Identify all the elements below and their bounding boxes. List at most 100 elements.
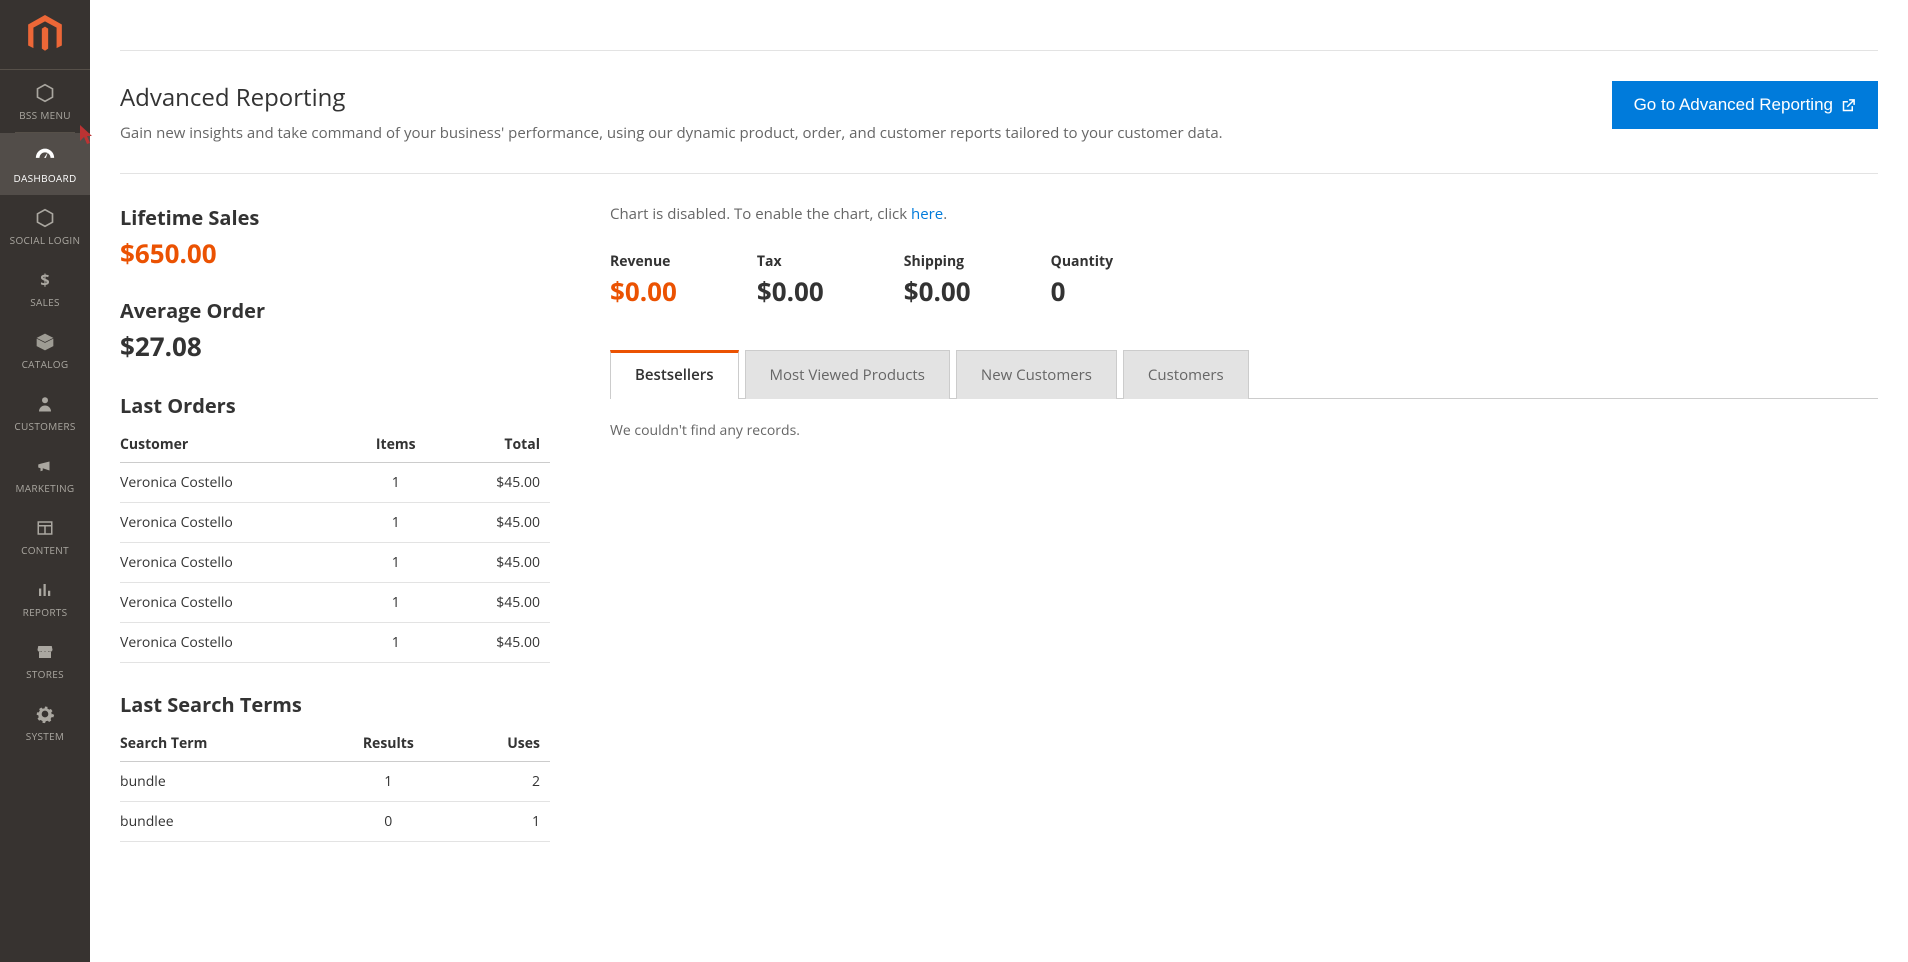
- cell-total: $45.00: [448, 542, 550, 582]
- table-row[interactable]: bundle12: [120, 761, 550, 801]
- table-row[interactable]: Veronica Costello1$45.00: [120, 462, 550, 502]
- average-order-value: $27.08: [120, 328, 550, 364]
- cell-items: 1: [353, 542, 447, 582]
- magento-logo-icon: [27, 15, 63, 55]
- megaphone-icon: [34, 455, 56, 477]
- table-row[interactable]: Veronica Costello1$45.00: [120, 582, 550, 622]
- sidebar-item-label: BSS MENU: [19, 108, 71, 122]
- sidebar-item-system[interactable]: SYSTEM: [0, 691, 90, 753]
- metric-quantity: Quantity 0: [1051, 252, 1113, 309]
- cell-customer: Veronica Costello: [120, 622, 353, 662]
- cell-results: 1: [328, 761, 458, 801]
- layout-icon: [34, 517, 56, 539]
- enable-chart-link[interactable]: here: [911, 204, 943, 224]
- col-customer: Customer: [120, 427, 353, 463]
- svg-text:$: $: [40, 269, 49, 291]
- dashboard-left-column: Lifetime Sales $650.00 Average Order $27…: [120, 204, 550, 842]
- metrics-row: Revenue $0.00 Tax $0.00 Shipping $0.00 Q…: [610, 252, 1878, 309]
- tab-new-customers[interactable]: New Customers: [956, 350, 1117, 399]
- box-icon: [34, 331, 56, 353]
- cell-customer: Veronica Costello: [120, 462, 353, 502]
- col-items: Items: [353, 427, 447, 463]
- col-term: Search Term: [120, 726, 328, 762]
- gear-icon: [34, 703, 56, 725]
- external-link-icon: [1841, 98, 1856, 113]
- cell-items: 1: [353, 462, 447, 502]
- cell-customer: Veronica Costello: [120, 542, 353, 582]
- average-order-title: Average Order: [120, 297, 550, 324]
- table-row[interactable]: Veronica Costello1$45.00: [120, 622, 550, 662]
- button-label: Go to Advanced Reporting: [1634, 95, 1833, 115]
- sidebar-item-label: SYSTEM: [26, 729, 64, 743]
- go-to-advanced-reporting-button[interactable]: Go to Advanced Reporting: [1612, 81, 1878, 129]
- cell-customer: Veronica Costello: [120, 502, 353, 542]
- metric-revenue: Revenue $0.00: [610, 252, 677, 309]
- hexagon-icon: [34, 207, 56, 229]
- cell-total: $45.00: [448, 622, 550, 662]
- last-search-terms-table: Search Term Results Uses bundle12bundlee…: [120, 726, 550, 842]
- cell-total: $45.00: [448, 582, 550, 622]
- cell-customer: Veronica Costello: [120, 582, 353, 622]
- last-orders-title: Last Orders: [120, 392, 550, 419]
- sidebar-item-label: SOCIAL LOGIN: [10, 233, 81, 247]
- storefront-icon: [34, 641, 56, 663]
- cell-items: 1: [353, 582, 447, 622]
- last-search-terms-title: Last Search Terms: [120, 691, 550, 718]
- dashboard-icon: [34, 145, 56, 167]
- table-row[interactable]: Veronica Costello1$45.00: [120, 542, 550, 582]
- lifetime-sales-title: Lifetime Sales: [120, 204, 550, 231]
- cell-total: $45.00: [448, 462, 550, 502]
- sidebar-item-label: CONTENT: [21, 543, 69, 557]
- bars-icon: [34, 579, 56, 601]
- sidebar-item-catalog[interactable]: CATALOG: [0, 319, 90, 381]
- advanced-reporting-title: Advanced Reporting: [120, 81, 1582, 114]
- hexagon-icon: [34, 82, 56, 104]
- col-total: Total: [448, 427, 550, 463]
- tabs: BestsellersMost Viewed ProductsNew Custo…: [610, 349, 1878, 399]
- metric-shipping: Shipping $0.00: [904, 252, 971, 309]
- table-row[interactable]: Veronica Costello1$45.00: [120, 502, 550, 542]
- sidebar-item-label: SALES: [30, 295, 60, 309]
- sidebar-item-social-login[interactable]: SOCIAL LOGIN: [0, 195, 90, 257]
- dashboard-right-column: Chart is disabled. To enable the chart, …: [610, 204, 1878, 842]
- advanced-reporting-section: Advanced Reporting Gain new insights and…: [120, 51, 1878, 174]
- tab-bestsellers[interactable]: Bestsellers: [610, 350, 739, 399]
- col-uses: Uses: [459, 726, 551, 762]
- chart-disabled-note: Chart is disabled. To enable the chart, …: [610, 204, 1878, 224]
- cell-uses: 1: [459, 801, 551, 841]
- cell-items: 1: [353, 502, 447, 542]
- advanced-reporting-desc: Gain new insights and take command of yo…: [120, 122, 1582, 145]
- last-orders-table: Customer Items Total Veronica Costello1$…: [120, 427, 550, 663]
- sidebar-item-label: MARKETING: [16, 481, 75, 495]
- sidebar-item-label: STORES: [26, 667, 64, 681]
- sidebar-item-label: DASHBOARD: [13, 171, 76, 185]
- tab-customers[interactable]: Customers: [1123, 350, 1249, 399]
- sidebar-item-label: CUSTOMERS: [14, 419, 75, 433]
- main-content: Advanced Reporting Gain new insights and…: [90, 0, 1908, 962]
- sidebar-item-marketing[interactable]: MARKETING: [0, 443, 90, 505]
- dollar-icon: $: [34, 269, 56, 291]
- sidebar: BSS MENU DASHBOARD SOCIAL LOGIN $ SALES CATAL…: [0, 0, 90, 962]
- sidebar-item-reports[interactable]: REPORTS: [0, 567, 90, 629]
- magento-logo[interactable]: [0, 0, 90, 70]
- lifetime-sales-value: $650.00: [120, 235, 550, 271]
- sidebar-item-stores[interactable]: STORES: [0, 629, 90, 691]
- col-results: Results: [328, 726, 458, 762]
- sidebar-item-customers[interactable]: CUSTOMERS: [0, 381, 90, 443]
- sidebar-item-content[interactable]: CONTENT: [0, 505, 90, 567]
- sidebar-item-dashboard[interactable]: DASHBOARD: [0, 133, 90, 195]
- sidebar-item-label: REPORTS: [23, 605, 68, 619]
- cell-items: 1: [353, 622, 447, 662]
- cell-term: bundlee: [120, 801, 328, 841]
- cell-term: bundle: [120, 761, 328, 801]
- tab-most-viewed-products[interactable]: Most Viewed Products: [745, 350, 950, 399]
- person-icon: [34, 393, 56, 415]
- tab-content-empty: We couldn't find any records.: [610, 399, 1878, 462]
- sidebar-item-sales[interactable]: $ SALES: [0, 257, 90, 319]
- cell-total: $45.00: [448, 502, 550, 542]
- cell-uses: 2: [459, 761, 551, 801]
- table-row[interactable]: bundlee01: [120, 801, 550, 841]
- sidebar-item-bss-menu[interactable]: BSS MENU: [0, 70, 90, 132]
- sidebar-item-label: CATALOG: [22, 357, 69, 371]
- metric-tax: Tax $0.00: [757, 252, 824, 309]
